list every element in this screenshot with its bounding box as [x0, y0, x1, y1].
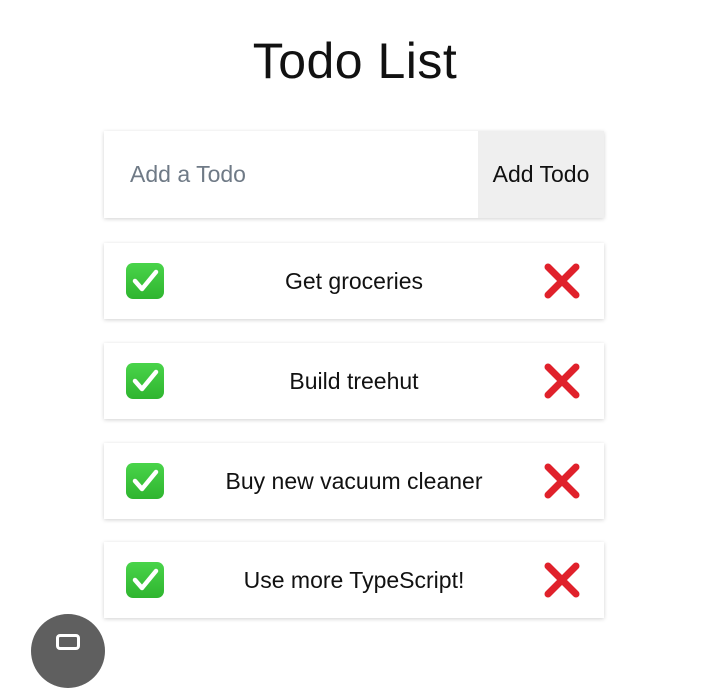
todo-text: Get groceries [284, 268, 424, 294]
todo-text: Buy new vacuum cleaner [225, 468, 483, 494]
cross-mark-icon[interactable] [542, 560, 582, 600]
page-title: Todo List [252, 33, 458, 89]
cross-mark-icon[interactable] [542, 361, 582, 401]
check-mark-button-icon[interactable] [126, 463, 164, 499]
add-todo-button[interactable]: Add Todo [478, 131, 604, 218]
check-mark-button-icon[interactable] [126, 363, 164, 399]
todo-item: Get groceries [104, 243, 604, 319]
todo-input[interactable] [104, 131, 478, 218]
todo-text: Build treehut [289, 368, 419, 394]
check-mark-button-icon[interactable] [126, 263, 164, 299]
todo-item: Use more TypeScript! [104, 542, 604, 618]
check-mark-button-icon[interactable] [126, 562, 164, 598]
add-todo-form: Add Todo [104, 131, 604, 218]
todo-item: Build treehut [104, 343, 604, 419]
cross-mark-icon[interactable] [542, 461, 582, 501]
todo-text: Use more TypeScript! [243, 567, 465, 593]
floating-action-icon[interactable] [31, 614, 105, 688]
todo-item: Buy new vacuum cleaner [104, 443, 604, 519]
cross-mark-icon[interactable] [542, 261, 582, 301]
briefcase-icon [56, 634, 80, 650]
